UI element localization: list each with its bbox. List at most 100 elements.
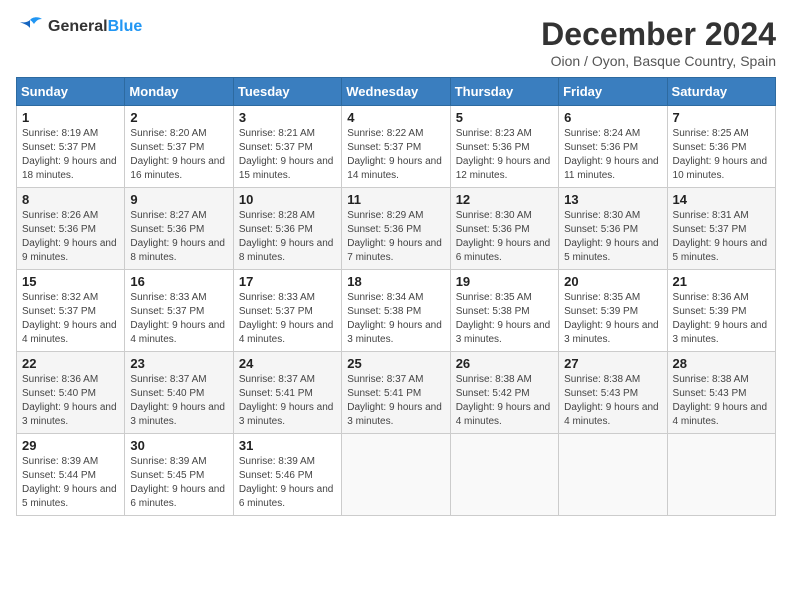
day-number: 27 [564,356,661,371]
weekday-header: Wednesday [342,78,450,106]
day-info: Sunrise: 8:30 AMSunset: 5:36 PMDaylight:… [456,209,553,265]
day-info: Sunrise: 8:36 AMSunset: 5:40 PMDaylight:… [22,373,119,429]
weekday-header: Thursday [450,78,558,106]
day-number: 2 [130,110,227,125]
title-area: December 2024 Oion / Oyon, Basque Countr… [541,16,776,69]
day-info: Sunrise: 8:32 AMSunset: 5:37 PMDaylight:… [22,291,119,347]
day-number: 7 [673,110,770,125]
calendar-day-cell [667,434,775,516]
calendar-day-cell: 12 Sunrise: 8:30 AMSunset: 5:36 PMDayligh… [450,188,558,270]
day-number: 8 [22,192,119,207]
calendar-day-cell: 18 Sunrise: 8:34 AMSunset: 5:38 PMDayligh… [342,270,450,352]
calendar-day-cell: 17 Sunrise: 8:33 AMSunset: 5:37 PMDayligh… [233,270,341,352]
calendar-day-cell: 19 Sunrise: 8:35 AMSunset: 5:38 PMDayligh… [450,270,558,352]
weekday-header: Friday [559,78,667,106]
calendar-day-cell: 26Sunrise: 8:38 AMSunset: 5:42 PMDayligh… [450,352,558,434]
weekday-header: Sunday [17,78,125,106]
calendar-week-row: 1 Sunrise: 8:19 AMSunset: 5:37 PMDaylight… [17,106,776,188]
day-number: 14 [673,192,770,207]
day-info: Sunrise: 8:39 AMSunset: 5:45 PMDaylight:… [130,455,227,511]
day-info: Sunrise: 8:35 AMSunset: 5:38 PMDaylight:… [456,291,553,347]
calendar-day-cell: 22 Sunrise: 8:36 AMSunset: 5:40 PMDayligh… [17,352,125,434]
day-number: 10 [239,192,336,207]
calendar-day-cell: 4 Sunrise: 8:22 AMSunset: 5:37 PMDaylight… [342,106,450,188]
day-info: Sunrise: 8:27 AMSunset: 5:36 PMDaylight:… [130,209,227,265]
day-info: Sunrise: 8:21 AMSunset: 5:37 PMDaylight:… [239,127,336,183]
calendar-header-row: SundayMondayTuesdayWednesdayThursdayFrid… [17,78,776,106]
calendar-day-cell: 27 Sunrise: 8:38 AMSunset: 5:43 PMDayligh… [559,352,667,434]
day-number: 25 [347,356,444,371]
day-number: 29 [22,438,119,453]
calendar-day-cell: 29 Sunrise: 8:39 AMSunset: 5:44 PMDayligh… [17,434,125,516]
calendar-day-cell: 24 Sunrise: 8:37 AMSunset: 5:41 PMDayligh… [233,352,341,434]
calendar-week-row: 8 Sunrise: 8:26 AMSunset: 5:36 PMDaylight… [17,188,776,270]
day-number: 21 [673,274,770,289]
calendar-day-cell: 5 Sunrise: 8:23 AMSunset: 5:36 PMDaylight… [450,106,558,188]
day-number: 18 [347,274,444,289]
day-info: Sunrise: 8:26 AMSunset: 5:36 PMDaylight:… [22,209,119,265]
day-info: Sunrise: 8:36 AMSunset: 5:39 PMDaylight:… [673,291,770,347]
day-info: Sunrise: 8:33 AMSunset: 5:37 PMDaylight:… [130,291,227,347]
month-title: December 2024 [541,16,776,53]
day-number: 24 [239,356,336,371]
day-info: Sunrise: 8:22 AMSunset: 5:37 PMDaylight:… [347,127,444,183]
day-number: 19 [456,274,553,289]
day-number: 15 [22,274,119,289]
day-info: Sunrise: 8:31 AMSunset: 5:37 PMDaylight:… [673,209,770,265]
day-number: 30 [130,438,227,453]
day-number: 17 [239,274,336,289]
weekday-header: Tuesday [233,78,341,106]
day-info: Sunrise: 8:30 AMSunset: 5:36 PMDaylight:… [564,209,661,265]
calendar-day-cell [450,434,558,516]
calendar-day-cell [559,434,667,516]
header: GeneralBlue December 2024 Oion / Oyon, B… [16,16,776,69]
calendar-day-cell: 15 Sunrise: 8:32 AMSunset: 5:37 PMDayligh… [17,270,125,352]
calendar-week-row: 22 Sunrise: 8:36 AMSunset: 5:40 PMDayligh… [17,352,776,434]
calendar-day-cell: 6Sunrise: 8:24 AMSunset: 5:36 PMDaylight… [559,106,667,188]
calendar-day-cell: 13 Sunrise: 8:30 AMSunset: 5:36 PMDayligh… [559,188,667,270]
calendar-week-row: 15 Sunrise: 8:32 AMSunset: 5:37 PMDayligh… [17,270,776,352]
day-info: Sunrise: 8:37 AMSunset: 5:41 PMDaylight:… [239,373,336,429]
day-info: Sunrise: 8:38 AMSunset: 5:43 PMDaylight:… [564,373,661,429]
day-number: 5 [456,110,553,125]
day-number: 22 [22,356,119,371]
day-info: Sunrise: 8:39 AMSunset: 5:46 PMDaylight:… [239,455,336,511]
day-number: 13 [564,192,661,207]
day-info: Sunrise: 8:24 AMSunset: 5:36 PMDaylight:… [564,127,661,183]
day-info: Sunrise: 8:38 AMSunset: 5:43 PMDaylight:… [673,373,770,429]
day-number: 16 [130,274,227,289]
day-info: Sunrise: 8:19 AMSunset: 5:37 PMDaylight:… [22,127,119,183]
day-info: Sunrise: 8:37 AMSunset: 5:41 PMDaylight:… [347,373,444,429]
calendar-day-cell: 8 Sunrise: 8:26 AMSunset: 5:36 PMDaylight… [17,188,125,270]
day-info: Sunrise: 8:34 AMSunset: 5:38 PMDaylight:… [347,291,444,347]
calendar-day-cell: 31Sunrise: 8:39 AMSunset: 5:46 PMDayligh… [233,434,341,516]
day-number: 11 [347,192,444,207]
day-info: Sunrise: 8:38 AMSunset: 5:42 PMDaylight:… [456,373,553,429]
logo-text: GeneralBlue [48,18,142,36]
calendar-day-cell: 21 Sunrise: 8:36 AMSunset: 5:39 PMDayligh… [667,270,775,352]
day-number: 20 [564,274,661,289]
day-info: Sunrise: 8:28 AMSunset: 5:36 PMDaylight:… [239,209,336,265]
weekday-header: Monday [125,78,233,106]
calendar-day-cell: 30 Sunrise: 8:39 AMSunset: 5:45 PMDayligh… [125,434,233,516]
day-number: 4 [347,110,444,125]
logo-bird-icon [16,16,44,38]
day-number: 12 [456,192,553,207]
location: Oion / Oyon, Basque Country, Spain [541,53,776,69]
calendar-day-cell: 14 Sunrise: 8:31 AMSunset: 5:37 PMDayligh… [667,188,775,270]
calendar-day-cell: 20Sunrise: 8:35 AMSunset: 5:39 PMDayligh… [559,270,667,352]
calendar-week-row: 29 Sunrise: 8:39 AMSunset: 5:44 PMDayligh… [17,434,776,516]
logo: GeneralBlue [16,16,142,38]
calendar-day-cell: 16 Sunrise: 8:33 AMSunset: 5:37 PMDayligh… [125,270,233,352]
day-number: 1 [22,110,119,125]
day-number: 9 [130,192,227,207]
day-info: Sunrise: 8:25 AMSunset: 5:36 PMDaylight:… [673,127,770,183]
calendar-day-cell: 2Sunrise: 8:20 AMSunset: 5:37 PMDaylight… [125,106,233,188]
day-number: 3 [239,110,336,125]
day-info: Sunrise: 8:23 AMSunset: 5:36 PMDaylight:… [456,127,553,183]
calendar-day-cell: 7 Sunrise: 8:25 AMSunset: 5:36 PMDaylight… [667,106,775,188]
day-number: 28 [673,356,770,371]
calendar-day-cell: 1 Sunrise: 8:19 AMSunset: 5:37 PMDaylight… [17,106,125,188]
day-info: Sunrise: 8:33 AMSunset: 5:37 PMDaylight:… [239,291,336,347]
day-info: Sunrise: 8:39 AMSunset: 5:44 PMDaylight:… [22,455,119,511]
